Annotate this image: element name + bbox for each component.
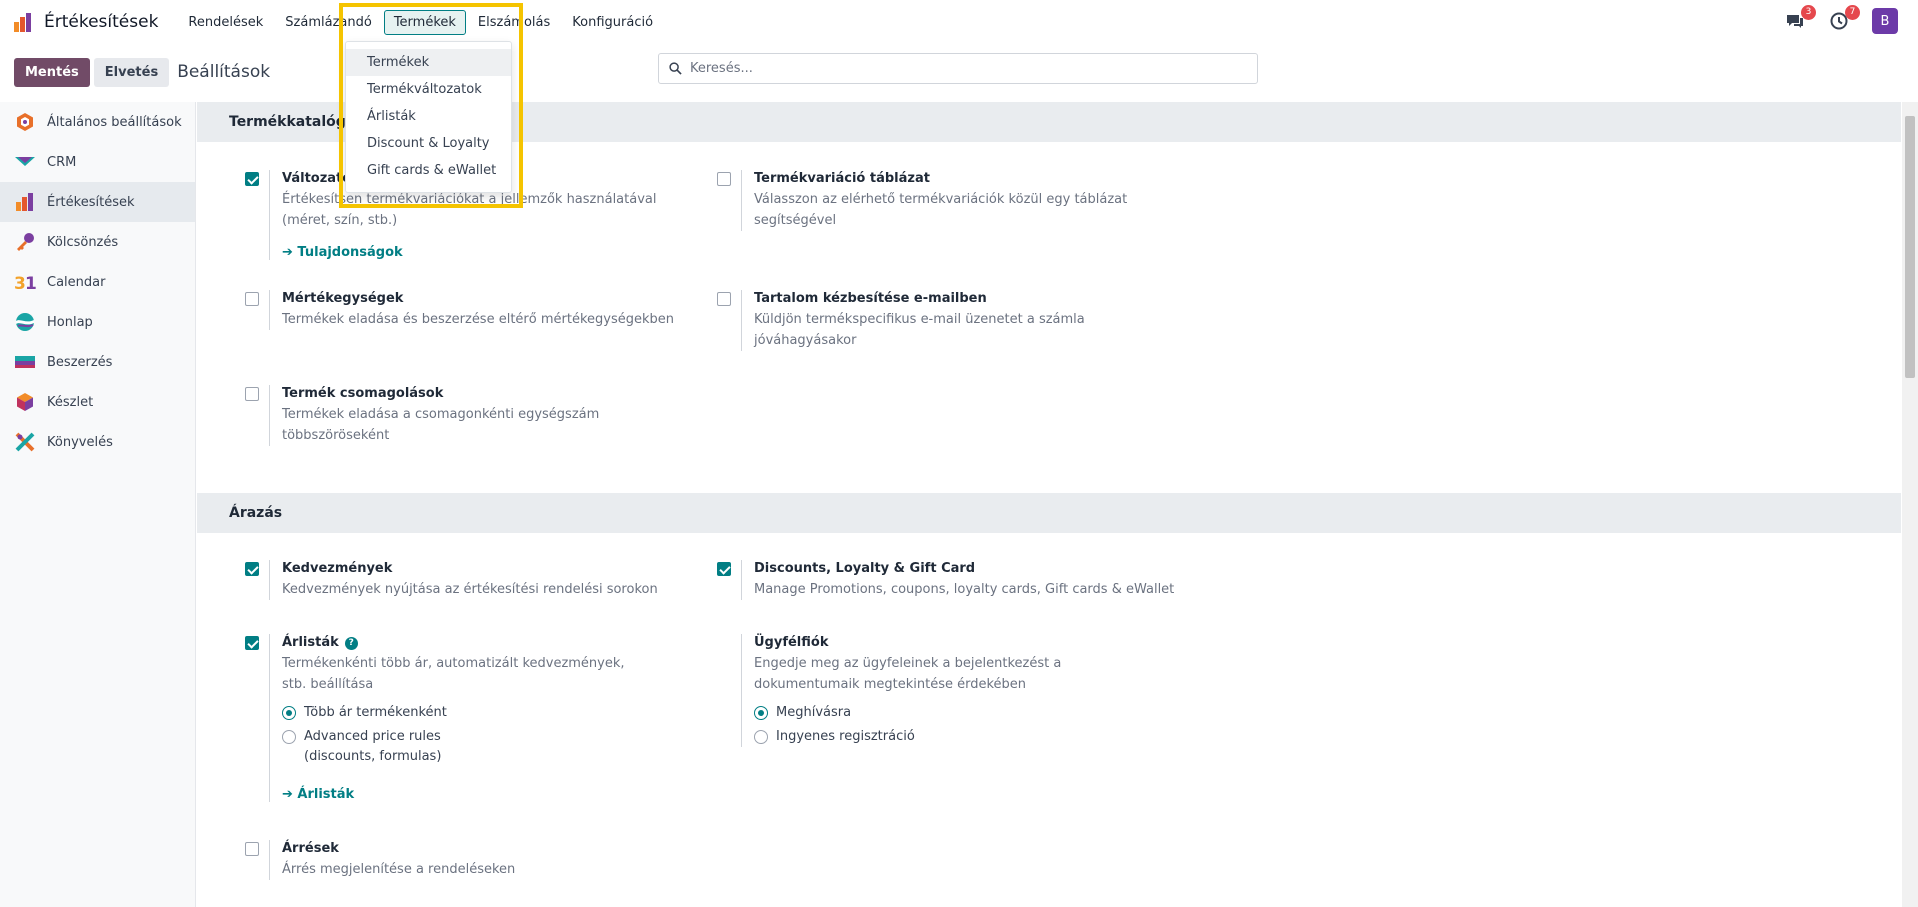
sidebar-item-label: Értékesítések [47, 194, 135, 210]
portal-mode-radios: Meghívásra Ingyenes regisztráció [754, 703, 1151, 747]
radio-button[interactable] [282, 730, 296, 744]
purchase-icon [15, 356, 35, 368]
setting-description: Engedje meg az ügyfeleinek a bejelentkez… [754, 656, 1062, 692]
app-name[interactable]: Értékesítések [44, 12, 158, 32]
variant-grid-checkbox[interactable] [717, 172, 731, 186]
control-panel: Mentés Elvetés Beállítások [0, 44, 1918, 100]
setting-title: Ügyfélfiók [754, 635, 829, 650]
setting-description: Válasszon az elérhető termékvariációk kö… [754, 192, 1128, 228]
arrow-right-icon: ➔ [282, 245, 298, 260]
svg-text:1: 1 [25, 274, 36, 293]
search-icon [669, 62, 682, 75]
section-title: Árazás [229, 505, 283, 521]
setting-description: Küldjön termékspecifikus e-mail üzenetet… [754, 312, 1085, 348]
messages-icon[interactable]: 3 [1784, 5, 1816, 32]
page-title: Beállítások [177, 62, 271, 82]
pricelists-link[interactable]: ➔ Árlisták [282, 787, 649, 802]
navbar-systray: 3 7 B [1784, 5, 1898, 34]
inventory-icon [17, 393, 33, 411]
sales-icon [16, 193, 33, 211]
sidebar-item-sales[interactable]: Értékesítések [0, 182, 195, 222]
sidebar-item-label: Kölcsönzés [47, 234, 119, 250]
messages-badge: 3 [1801, 5, 1816, 20]
sidebar-item-inventory[interactable]: Készlet [0, 382, 195, 422]
pricelist-mode-radios: Több ár termékenként Advanced price rule… [282, 703, 649, 767]
email-delivery-checkbox[interactable] [717, 292, 731, 306]
radio-button[interactable] [754, 730, 768, 744]
search-box[interactable] [658, 53, 1258, 84]
setting-title: Árrések [282, 841, 339, 856]
sidebar-item-label: Honlap [47, 314, 93, 330]
uom-checkbox[interactable] [245, 292, 259, 306]
setting-title: Discounts, Loyalty & Gift Card [754, 561, 976, 576]
website-icon [16, 313, 34, 331]
highlight-frame [339, 3, 523, 208]
section-heading-pricing: Árazás [197, 493, 1901, 533]
setting-description: Termékek eladása a csomagonkénti egységs… [282, 407, 600, 443]
sidebar-item-label: CRM [47, 154, 77, 170]
setting-title: Árlisták? [282, 634, 649, 652]
arrow-right-icon: ➔ [282, 787, 298, 802]
sidebar-item-label: Könyvelés [47, 434, 113, 450]
search-input[interactable] [690, 61, 1250, 76]
attributes-link[interactable]: ➔ Tulajdonságok [282, 245, 685, 260]
setting-title: Kedvezmények [282, 561, 393, 576]
sidebar-item-website[interactable]: Honlap [0, 302, 195, 342]
activities-badge: 7 [1845, 5, 1860, 20]
sidebar-item-accounting[interactable]: Könyvelés [0, 422, 195, 462]
top-navbar: Értékesítések Rendelések Számlázandó Ter… [0, 0, 1918, 44]
menu-configuration[interactable]: Konfiguráció [562, 10, 663, 35]
setting-title: Mértékegységek [282, 291, 404, 306]
vertical-scrollbar[interactable] [1902, 102, 1918, 907]
radio-button[interactable] [282, 706, 296, 720]
rental-icon [17, 233, 34, 251]
save-button[interactable]: Mentés [14, 57, 90, 87]
scrollbar-thumb[interactable] [1905, 116, 1915, 378]
setting-description: Termékek eladása és beszerzése eltérő mé… [282, 312, 674, 327]
sales-app-logo-icon[interactable] [12, 10, 36, 34]
packaging-checkbox[interactable] [245, 387, 259, 401]
settings-main: Termékkatalógus Változatok Értékesítsen … [197, 102, 1901, 907]
setting-title: Termék csomagolások [282, 386, 444, 401]
radio-advanced-rules[interactable]: Advanced price rules (discounts, formulas… [282, 727, 649, 767]
calendar-icon: 31 [14, 274, 36, 293]
radio-free-signup[interactable]: Ingyenes regisztráció [754, 727, 1151, 747]
variants-checkbox[interactable] [245, 172, 259, 186]
help-icon[interactable]: ? [344, 637, 358, 650]
setting-description: Manage Promotions, coupons, loyalty card… [754, 582, 1175, 597]
settings-sidebar: Általános beállítások CRM Értékesítések … [0, 102, 196, 907]
radio-on-invitation[interactable]: Meghívásra [754, 703, 1151, 723]
sidebar-item-label: Általános beállítások [47, 114, 182, 130]
sidebar-item-label: Calendar [47, 274, 106, 290]
setting-description: Kedvezmények nyújtása az értékesítési re… [282, 582, 658, 597]
setting-description: Árrés megjelenítése a rendeléseken [282, 862, 516, 877]
pricelists-checkbox[interactable] [245, 636, 259, 650]
user-avatar[interactable]: B [1872, 8, 1898, 34]
radio-multiple-prices[interactable]: Több ár termékenként [282, 703, 649, 723]
setting-description: Termékenkénti több ár, automatizált kedv… [282, 656, 625, 692]
setting-title: Termékvariáció táblázat [754, 171, 930, 186]
sidebar-item-rental[interactable]: Kölcsönzés [0, 222, 195, 262]
sidebar-item-label: Beszerzés [47, 354, 113, 370]
loyalty-checkbox[interactable] [717, 562, 731, 576]
sidebar-item-purchase[interactable]: Beszerzés [0, 342, 195, 382]
sidebar-item-general-settings[interactable]: Általános beállítások [0, 102, 195, 142]
sidebar-item-calendar[interactable]: 31 Calendar [0, 262, 195, 302]
general-settings-icon [17, 113, 33, 131]
accounting-icon [15, 432, 35, 452]
margins-checkbox[interactable] [245, 842, 259, 856]
setting-title: Tartalom kézbesítése e-mailben [754, 291, 987, 306]
discounts-checkbox[interactable] [245, 562, 259, 576]
sidebar-item-crm[interactable]: CRM [0, 142, 195, 182]
menu-orders[interactable]: Rendelések [178, 10, 273, 35]
crm-icon [15, 157, 35, 166]
discard-button[interactable]: Elvetés [93, 57, 170, 87]
sidebar-item-label: Készlet [47, 394, 94, 410]
activities-clock-icon[interactable]: 7 [1828, 5, 1860, 32]
radio-button[interactable] [754, 706, 768, 720]
